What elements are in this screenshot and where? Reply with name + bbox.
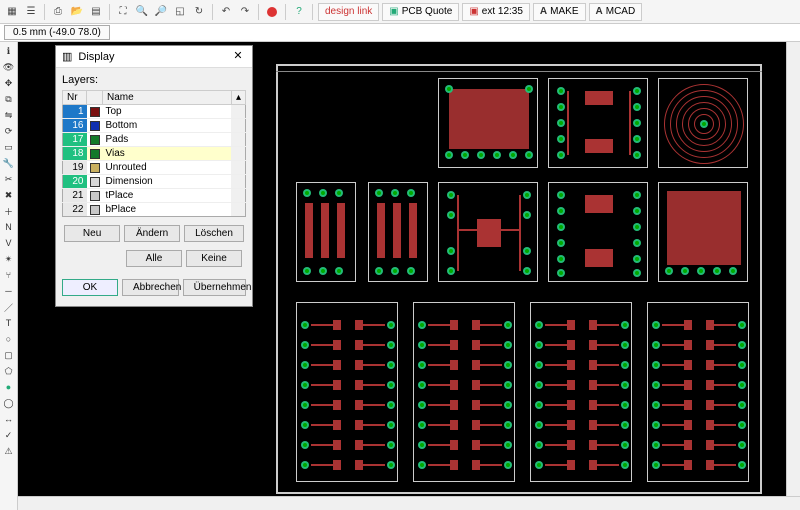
hole-tool-icon[interactable]: ◯ (2, 396, 16, 410)
pcb-package[interactable] (368, 182, 428, 282)
errors-tool-icon[interactable]: ⚠ (2, 444, 16, 458)
col-name[interactable]: Name (103, 91, 232, 105)
coord-readout: 0.5 mm (-49.0 78.0) (4, 25, 110, 40)
neu-button[interactable]: Neu (64, 225, 120, 242)
stop-icon[interactable] (264, 4, 280, 20)
layer-name: bPlace (103, 203, 232, 217)
pcb-package[interactable] (296, 182, 356, 282)
layer-row[interactable]: 18Vias (63, 147, 246, 161)
pcb-package[interactable] (658, 182, 748, 282)
top-toolbar: ▦ ☰ ⎙ 📂 ▤ ⛶ 🔍 🔎 ◱ ↻ ↶ ↷ ? design link ▣P… (0, 0, 800, 24)
circle-tool-icon[interactable]: ○ (2, 332, 16, 346)
layer-row[interactable]: 22bPlace (63, 203, 246, 217)
grid-icon[interactable]: ▦ (4, 4, 20, 20)
route-tool-icon[interactable]: ─ (2, 284, 16, 298)
close-icon[interactable]: ✕ (230, 49, 246, 65)
help-icon[interactable]: ? (291, 4, 307, 20)
redo-icon[interactable]: ↷ (237, 4, 253, 20)
zoom-fit-icon[interactable]: ⛶ (115, 4, 131, 20)
ok-button[interactable]: OK (62, 279, 118, 296)
pcb-package[interactable] (530, 302, 632, 482)
split-tool-icon[interactable]: ⑂ (2, 268, 16, 282)
move-tool-icon[interactable]: ✥ (2, 76, 16, 90)
add-tool-icon[interactable]: ＋ (2, 204, 16, 218)
smash-tool-icon[interactable]: ✴ (2, 252, 16, 266)
make-button[interactable]: AMAKE (533, 3, 586, 21)
scroll-up-icon[interactable]: ▴ (231, 91, 245, 105)
lib-icon[interactable]: ▤ (88, 4, 104, 20)
info-tool-icon[interactable]: ℹ (2, 44, 16, 58)
layer-row[interactable]: 16Bottom (63, 119, 246, 133)
pcb-package[interactable] (548, 182, 648, 282)
open-icon[interactable]: 📂 (69, 4, 85, 20)
vertical-scrollbar[interactable] (786, 42, 800, 496)
zoom-out-icon[interactable]: 🔎 (153, 4, 169, 20)
wire-tool-icon[interactable]: ／ (2, 300, 16, 314)
alle-button[interactable]: Alle (126, 250, 182, 267)
layer-row[interactable]: 20Dimension (63, 175, 246, 189)
bom-button[interactable]: ▣ext 12:35 (462, 3, 530, 21)
pcb-package[interactable] (658, 78, 748, 168)
delete-tool-icon[interactable]: ✖ (2, 188, 16, 202)
layer-row[interactable]: 1Top (63, 105, 246, 119)
display-dialog: ▥ Display ✕ Layers: Nr Name ▴ 1Top16Bott… (55, 45, 253, 307)
loeschen-button[interactable]: Löschen (184, 225, 244, 242)
layer-name: Pads (103, 133, 232, 147)
pcb-package[interactable] (647, 302, 749, 482)
via-tool-icon[interactable]: ● (2, 380, 16, 394)
redraw-icon[interactable]: ↻ (191, 4, 207, 20)
design-link-button[interactable]: design link (318, 3, 379, 21)
mirror-tool-icon[interactable]: ⇋ (2, 108, 16, 122)
keine-button[interactable]: Keine (186, 250, 242, 267)
text-tool-icon[interactable]: T (2, 316, 16, 330)
rotate-tool-icon[interactable]: ⟳ (2, 124, 16, 138)
layers-icon[interactable]: ☰ (23, 4, 39, 20)
col-nr[interactable]: Nr (63, 91, 87, 105)
undo-icon[interactable]: ↶ (218, 4, 234, 20)
layer-name: Vias (103, 147, 232, 161)
mcad-button[interactable]: AMCAD (589, 3, 643, 21)
pcb-package[interactable] (296, 302, 398, 482)
show-tool-icon[interactable]: 👁 (2, 60, 16, 74)
uebernehmen-button[interactable]: Übernehmen (183, 279, 246, 296)
pcb-package[interactable] (548, 78, 648, 168)
layer-table[interactable]: Nr Name ▴ 1Top16Bottom17Pads18Vias19Unro… (62, 90, 246, 217)
group-tool-icon[interactable]: ▭ (2, 140, 16, 154)
status-bar: 0.5 mm (-49.0 78.0) (0, 24, 800, 42)
rect-tool-icon[interactable]: ▢ (2, 348, 16, 362)
left-toolbar: ℹ 👁 ✥ ⧉ ⇋ ⟳ ▭ 🔧 ✂ ✖ ＋ N V ✴ ⑂ ─ ／ T ○ ▢ … (0, 42, 18, 510)
copy-tool-icon[interactable]: ⧉ (2, 92, 16, 106)
layer-name: Bottom (103, 119, 232, 133)
dialog-icon: ▥ (62, 50, 72, 63)
layer-name: tPlace (103, 189, 232, 203)
zoom-sel-icon[interactable]: ◱ (172, 4, 188, 20)
value-tool-icon[interactable]: V (2, 236, 16, 250)
layer-row[interactable]: 21tPlace (63, 189, 246, 203)
name-tool-icon[interactable]: N (2, 220, 16, 234)
drc-tool-icon[interactable]: ✓ (2, 428, 16, 442)
print-icon[interactable]: ⎙ (50, 4, 66, 20)
layer-name: Unrouted (103, 161, 232, 175)
pcb-package[interactable] (438, 78, 538, 168)
pcb-quote-button[interactable]: ▣PCB Quote (382, 3, 459, 21)
abbrechen-button[interactable]: Abbrechen (122, 279, 179, 296)
pcb-package[interactable] (413, 302, 515, 482)
dialog-titlebar[interactable]: ▥ Display ✕ (56, 46, 252, 68)
poly-tool-icon[interactable]: ⬠ (2, 364, 16, 378)
horizontal-scrollbar[interactable] (18, 496, 800, 510)
zoom-in-icon[interactable]: 🔍 (134, 4, 150, 20)
dim-tool-icon[interactable]: ↔ (2, 412, 16, 426)
aendern-button[interactable]: Ändern (124, 225, 180, 242)
layer-row[interactable]: 17Pads (63, 133, 246, 147)
layers-label: Layers: (62, 74, 246, 86)
cut-tool-icon[interactable]: ✂ (2, 172, 16, 186)
dialog-title: Display (78, 51, 114, 63)
change-tool-icon[interactable]: 🔧 (2, 156, 16, 170)
pcb-package[interactable] (438, 182, 538, 282)
layer-name: Dimension (103, 175, 232, 189)
layer-row[interactable]: 19Unrouted (63, 161, 246, 175)
layer-name: Top (103, 105, 232, 119)
